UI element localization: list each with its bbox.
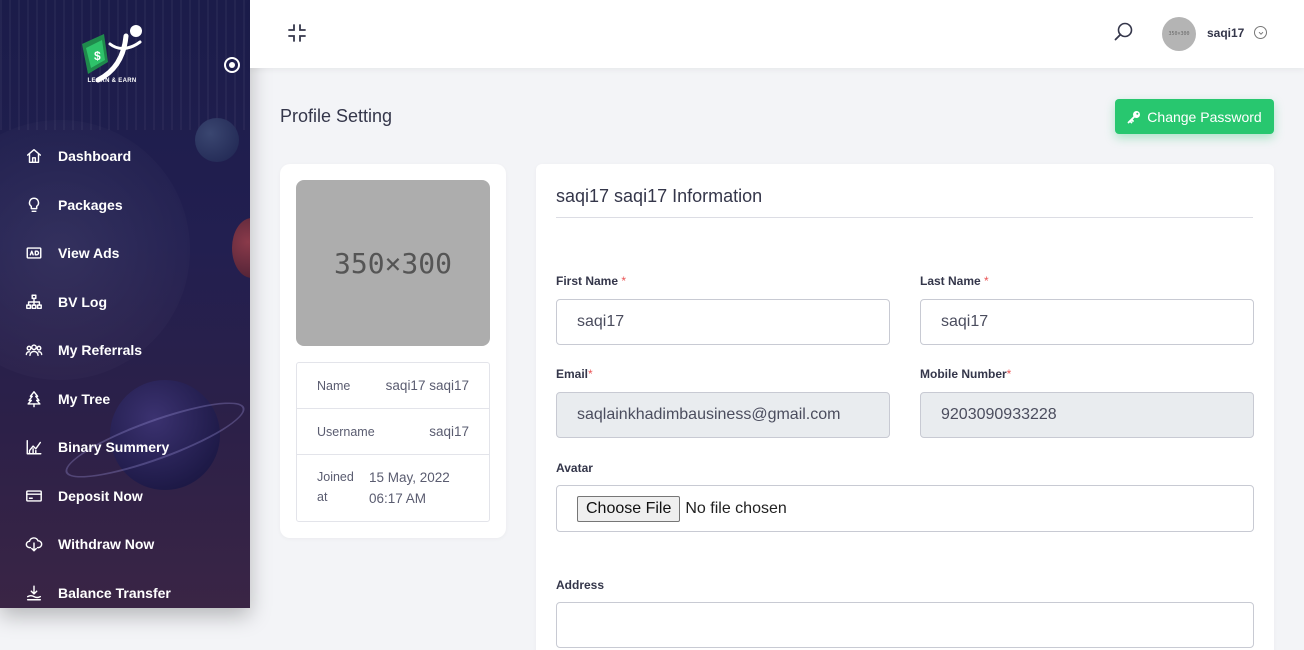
choose-file-button[interactable]: Choose File (577, 495, 681, 522)
sidebar-item-label: Balance Transfer (58, 585, 171, 601)
sidebar-item-label: BV Log (58, 294, 107, 310)
sidebar-item-withdraw-now[interactable]: Withdraw Now (0, 520, 250, 568)
file-status-text: No file chosen (685, 499, 787, 517)
mobile-number-field[interactable]: 9203090933228 (920, 392, 1254, 438)
info-value: saqi17 (429, 424, 469, 439)
sidebar-item-label: Binary Summery (58, 439, 170, 455)
last-name-label: Last Name * (920, 274, 989, 288)
mobile-number-label-text: Mobile Number (920, 367, 1007, 381)
change-password-button[interactable]: Change Password (1115, 99, 1274, 134)
first-name-label-text: First Name (556, 274, 619, 288)
info-value: 15 May, 2022 06:17 AM (369, 470, 450, 506)
required-mark: * (588, 367, 593, 381)
required-mark: * (621, 274, 627, 288)
cloud-download-icon (24, 534, 44, 554)
transfer-icon (24, 583, 44, 603)
tree-icon (24, 389, 44, 409)
sidebar-item-binary-summery[interactable]: Binary Summery (0, 423, 250, 471)
sidebar-item-dashboard[interactable]: Dashboard (0, 132, 250, 180)
list-item: Joined at 15 May, 2022 06:17 AM (297, 455, 489, 521)
sidebar: $ LEARN & EARN Dashboard Packages View A… (0, 0, 250, 608)
ad-icon (24, 243, 44, 263)
sidebar-item-packages[interactable]: Packages (0, 181, 250, 229)
page-title: Profile Setting (280, 106, 393, 126)
required-mark: * (1006, 367, 1012, 381)
email-label-text: Email (556, 367, 589, 381)
lightbulb-icon (24, 195, 44, 215)
last-name-label-text: Last Name (920, 274, 981, 288)
sidebar-item-label: Packages (58, 197, 123, 213)
sidebar-item-deposit-now[interactable]: Deposit Now (0, 472, 250, 520)
sitemap-icon (24, 292, 44, 312)
sidebar-item-view-ads[interactable]: View Ads (0, 229, 250, 277)
profile-info-list: Name saqi17 saqi17 Username saqi17 Joine… (296, 362, 490, 522)
sidebar-item-label: My Referrals (58, 342, 143, 358)
avatar-label: Avatar (556, 461, 593, 475)
info-value: saqi17 saqi17 (385, 378, 469, 393)
compress-icon[interactable] (286, 22, 308, 44)
credit-card-icon (24, 486, 44, 506)
profile-image: 350×300 (296, 180, 490, 346)
information-form: saqi17 saqi17 Information First Name * s… (536, 164, 1274, 650)
sidebar-item-my-tree[interactable]: My Tree (0, 375, 250, 423)
sidebar-item-bv-log[interactable]: BV Log (0, 278, 250, 326)
form-title: saqi17 saqi17 Information (556, 186, 763, 206)
mobile-number-label: Mobile Number* (920, 367, 1011, 381)
required-mark: * (984, 274, 989, 288)
first-name-field[interactable]: saqi17 (556, 299, 890, 345)
sidebar-item-balance-transfer[interactable]: Balance Transfer (0, 569, 250, 608)
address-label: Address (556, 578, 605, 592)
logo-text: LEARN & EARN (87, 78, 137, 84)
avatar-file-input[interactable]: Choose File No file chosen (556, 485, 1254, 532)
list-item: Name saqi17 saqi17 (297, 363, 489, 409)
users-icon (24, 340, 44, 360)
search-icon[interactable] (1112, 20, 1136, 44)
sidebar-item-my-referrals[interactable]: My Referrals (0, 326, 250, 374)
top-header: 350×300 saqi17 (250, 0, 1304, 68)
header-username[interactable]: saqi17 (1207, 26, 1244, 40)
sidebar-item-label: Deposit Now (58, 488, 143, 504)
last-name-field[interactable]: saqi17 (920, 299, 1254, 345)
change-password-label: Change Password (1147, 108, 1262, 125)
chevron-down-icon[interactable] (1254, 26, 1267, 39)
sidebar-item-label: Dashboard (58, 148, 132, 164)
first-name-label: First Name * (556, 274, 626, 288)
email-label: Email* (556, 367, 593, 381)
info-key: Username (317, 424, 375, 439)
chart-icon (24, 437, 44, 457)
avatar[interactable]: 350×300 (1162, 17, 1196, 51)
sidebar-item-label: Withdraw Now (58, 536, 155, 552)
address-field[interactable] (556, 602, 1254, 648)
info-key: Name (317, 378, 351, 393)
sidebar-item-label: View Ads (58, 245, 120, 261)
divider (556, 217, 1253, 218)
sidebar-item-label: My Tree (58, 391, 111, 407)
list-item: Username saqi17 (297, 409, 489, 455)
email-field[interactable]: saqlainkhadimbausiness@gmail.com (556, 392, 890, 438)
profile-card: 350×300 Name saqi17 saqi17 Username saqi… (280, 164, 506, 538)
sidebar-toggle-icon[interactable] (224, 57, 240, 73)
key-icon (1127, 110, 1141, 123)
svg-text:$: $ (94, 49, 101, 63)
info-key: Joined at (317, 470, 354, 504)
home-icon (24, 146, 44, 166)
